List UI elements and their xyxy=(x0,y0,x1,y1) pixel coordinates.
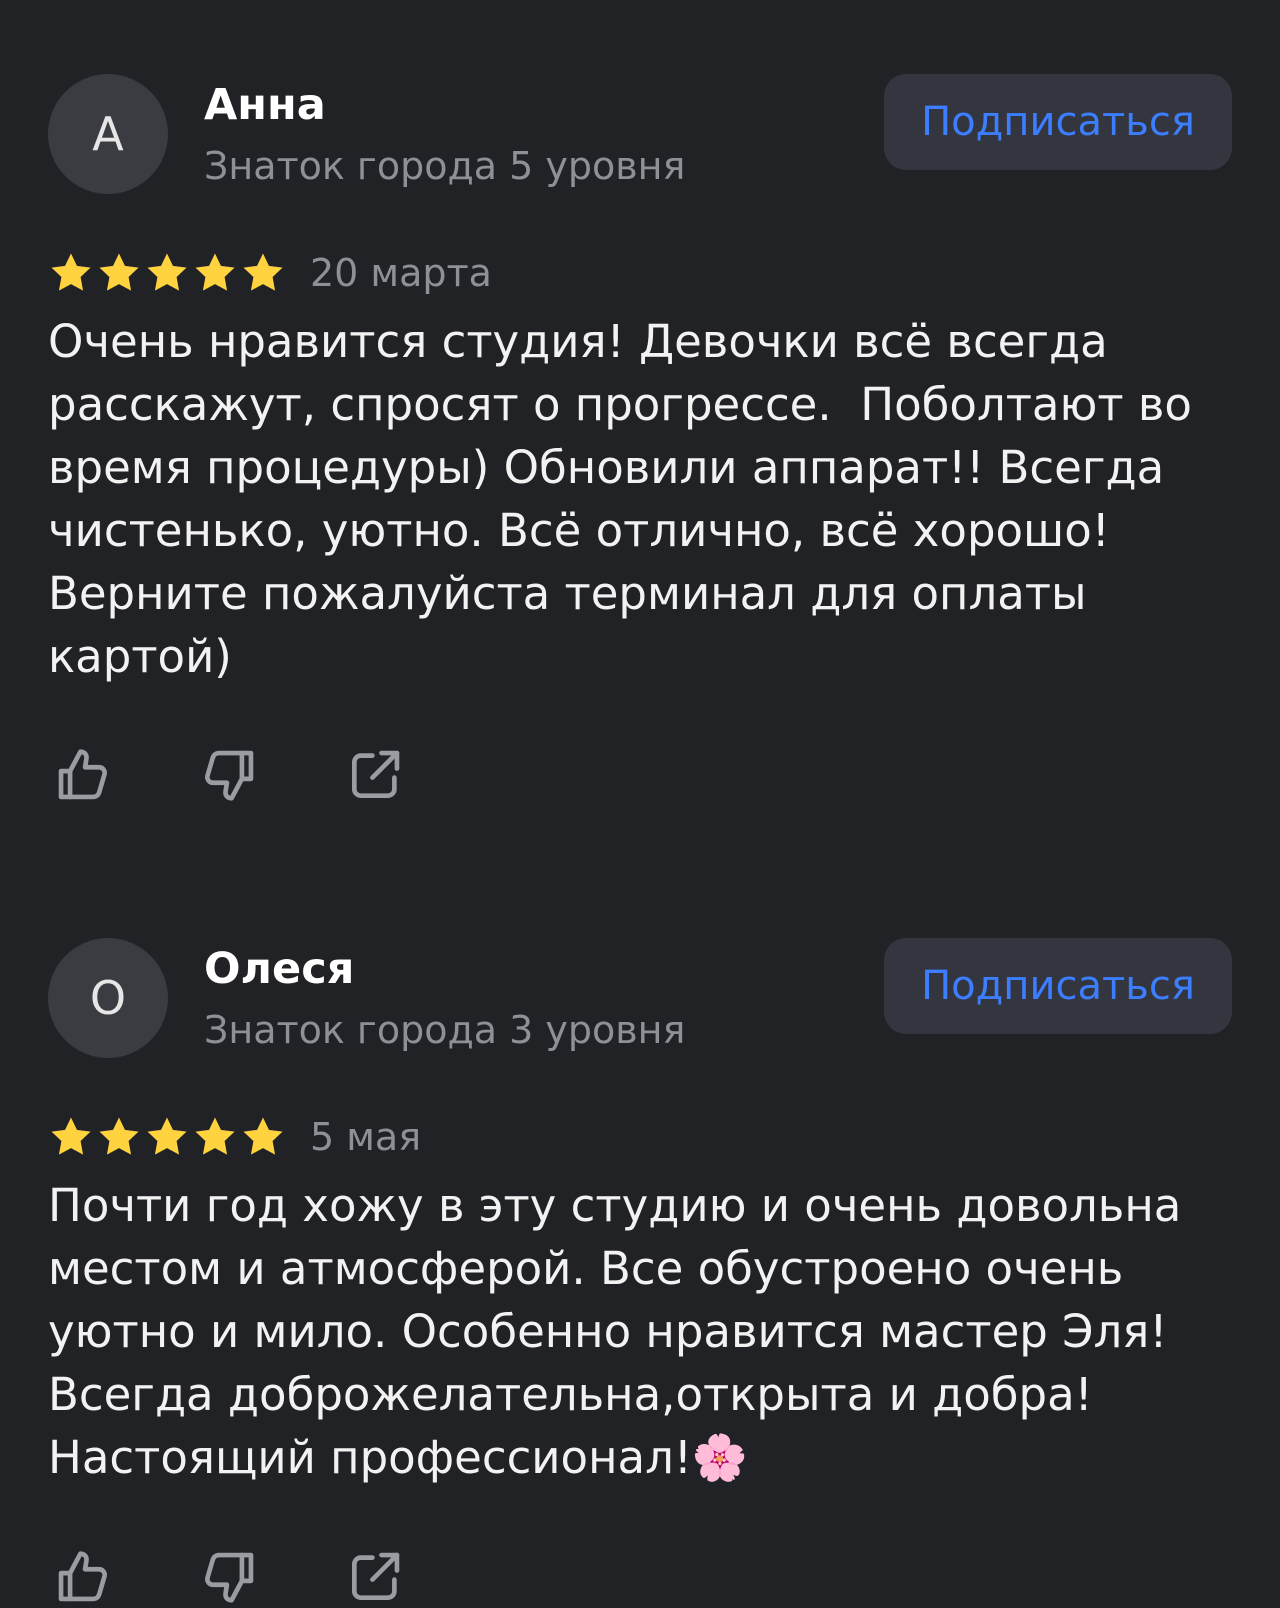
review-actions xyxy=(52,744,406,806)
star-icon xyxy=(195,253,235,291)
star-icon xyxy=(243,253,283,291)
thumbs-down-icon[interactable] xyxy=(198,744,260,806)
review-date: 5 мая xyxy=(310,1115,422,1159)
thumbs-down-icon[interactable] xyxy=(198,1546,260,1608)
rating-row: 20 марта xyxy=(48,248,492,298)
review-text: Очень нравится студия! Девочки всё всегд… xyxy=(48,315,1207,683)
author-name[interactable]: Олеся xyxy=(204,944,354,994)
star-icon xyxy=(51,1117,91,1155)
avatar[interactable]: О xyxy=(48,938,168,1058)
star-icon xyxy=(99,1117,139,1155)
star-icon xyxy=(51,253,91,291)
star-icon xyxy=(195,1117,235,1155)
avatar[interactable]: А xyxy=(48,74,168,194)
star-rating xyxy=(48,250,286,296)
review-actions xyxy=(52,1546,406,1608)
author-name[interactable]: Анна xyxy=(204,80,326,130)
review-text: Почти год хожу в эту студию и очень дово… xyxy=(48,1179,1196,1484)
star-icon xyxy=(147,1117,187,1155)
star-icon xyxy=(147,253,187,291)
thumbs-up-icon[interactable] xyxy=(52,744,114,806)
thumbs-up-icon[interactable] xyxy=(52,1546,114,1608)
subscribe-button[interactable]: Подписаться xyxy=(884,74,1232,170)
share-icon[interactable] xyxy=(344,744,406,806)
share-icon[interactable] xyxy=(344,1546,406,1608)
subscribe-button[interactable]: Подписаться xyxy=(884,938,1232,1034)
star-icon xyxy=(99,253,139,291)
star-rating xyxy=(48,1114,286,1160)
star-icon xyxy=(243,1117,283,1155)
author-level: Знаток города 5 уровня xyxy=(204,144,686,188)
author-level: Знаток города 3 уровня xyxy=(204,1008,686,1052)
review-date: 20 марта xyxy=(310,251,492,295)
rating-row: 5 мая xyxy=(48,1112,421,1162)
